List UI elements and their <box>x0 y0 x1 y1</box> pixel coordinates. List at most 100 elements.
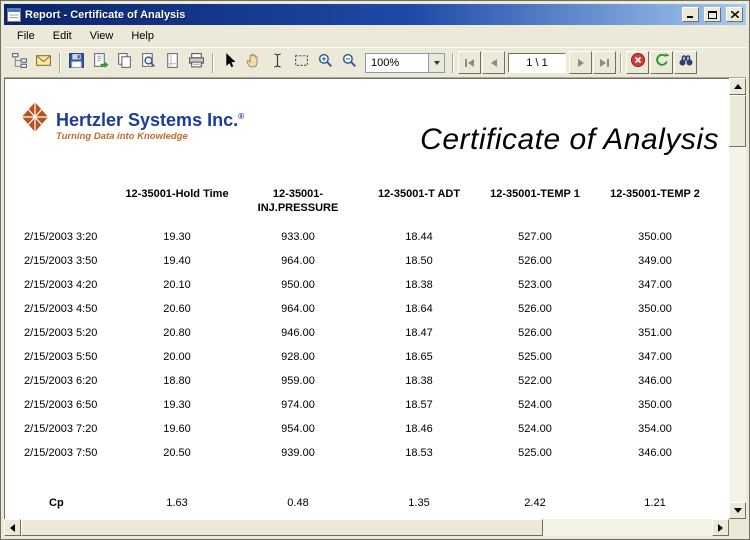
value-cell: 20.10 <box>121 273 233 297</box>
title-bar[interactable]: Report - Certificate of Analysis <box>4 4 746 25</box>
save-button[interactable] <box>65 51 88 74</box>
report-canvas: Hertzler Systems Inc.® Turning Data into… <box>4 78 729 519</box>
stat-label: Cpk <box>21 515 121 519</box>
column-header: 12-35001-Hold Time <box>121 187 233 225</box>
report-page: Hertzler Systems Inc.® Turning Data into… <box>5 79 729 519</box>
toolbar-separator <box>59 53 61 73</box>
horizontal-scroll-thumb[interactable] <box>21 519 543 536</box>
value-cell: 354.00 <box>595 417 715 441</box>
company-tagline: Turning Data into Knowledge <box>56 131 244 142</box>
last-page-button[interactable] <box>593 51 616 74</box>
pan-tool-button[interactable] <box>242 51 265 74</box>
horizontal-scroll-track[interactable] <box>543 519 712 536</box>
close-button[interactable] <box>726 7 743 22</box>
stat-value-cell: 0.46 <box>233 515 363 519</box>
stat-row: Cp1.630.481.352.421.21 <box>21 491 715 515</box>
refresh-button[interactable] <box>650 51 673 74</box>
zoom-dropdown-button[interactable] <box>428 54 444 72</box>
copy-icon <box>116 52 133 74</box>
snapshot-tool-button[interactable] <box>290 51 313 74</box>
horizontal-scrollbar[interactable] <box>4 519 729 536</box>
value-cell: 964.00 <box>233 249 363 273</box>
value-cell: 19.40 <box>121 249 233 273</box>
stop-loading-button[interactable] <box>626 51 649 74</box>
value-cell: 351.00 <box>595 321 715 345</box>
registered-mark: ® <box>238 112 244 121</box>
scroll-up-button[interactable] <box>729 78 746 95</box>
stat-value-cell: 1.35 <box>363 491 475 515</box>
report-title: Certificate of Analysis <box>420 123 719 157</box>
printer-icon <box>188 52 205 74</box>
menu-file[interactable]: File <box>8 27 44 45</box>
page-indicator: 1 \ 1 <box>526 57 547 69</box>
first-page-icon <box>465 59 474 67</box>
stat-value-cell: 1.63 <box>121 491 233 515</box>
value-cell: 526.00 <box>475 297 595 321</box>
prev-page-button[interactable] <box>482 51 505 74</box>
zoom-out-button[interactable] <box>338 51 361 74</box>
menu-bar: File Edit View Help <box>4 25 746 47</box>
menu-help[interactable]: Help <box>122 27 163 45</box>
spacer-row <box>21 465 715 491</box>
zoom-combobox[interactable]: 100% <box>365 53 445 73</box>
minimize-button[interactable] <box>682 7 699 22</box>
date-cell: 2/15/2003 5:20 <box>21 321 121 345</box>
print-button[interactable] <box>185 51 208 74</box>
scrollbar-corner <box>729 519 746 536</box>
maximize-button[interactable] <box>704 7 721 22</box>
date-cell: 2/15/2003 5:50 <box>21 345 121 369</box>
ibeam-icon <box>269 52 286 74</box>
zoom-in-icon <box>317 52 334 74</box>
hand-icon <box>245 52 262 74</box>
page-setup-button[interactable] <box>161 51 184 74</box>
app-window: Report - Certificate of Analysis File Ed… <box>0 0 750 540</box>
value-cell: 346.00 <box>595 441 715 465</box>
vertical-scroll-thumb[interactable] <box>729 95 746 147</box>
group-tree-icon <box>11 52 28 74</box>
text-select-tool-button[interactable] <box>266 51 289 74</box>
copy-button[interactable] <box>113 51 136 74</box>
report-header: Hertzler Systems Inc.® Turning Data into… <box>21 99 719 157</box>
scroll-left-button[interactable] <box>4 519 21 536</box>
stat-label: Cp <box>21 491 121 515</box>
date-cell: 2/15/2003 7:20 <box>21 417 121 441</box>
value-cell: 350.00 <box>595 225 715 249</box>
logo-texts: Hertzler Systems Inc.® Turning Data into… <box>56 99 244 142</box>
toggle-group-tree-button[interactable] <box>8 51 31 74</box>
envelope-icon <box>35 52 52 74</box>
window-title: Report - Certificate of Analysis <box>25 9 677 21</box>
value-cell: 525.00 <box>475 345 595 369</box>
export-report-button[interactable] <box>32 51 55 74</box>
menu-view[interactable]: View <box>81 27 123 45</box>
vertical-scrollbar[interactable] <box>729 78 746 519</box>
next-page-button[interactable] <box>569 51 592 74</box>
export-document-button[interactable] <box>89 51 112 74</box>
menu-edit[interactable]: Edit <box>44 27 81 45</box>
refresh-icon <box>654 52 670 73</box>
value-cell: 350.00 <box>595 297 715 321</box>
page-number-box[interactable]: 1 \ 1 <box>508 53 566 73</box>
snapshot-icon <box>293 52 310 74</box>
cursor-icon <box>221 52 238 74</box>
value-cell: 347.00 <box>595 273 715 297</box>
select-tool-button[interactable] <box>218 51 241 74</box>
client-area: Hertzler Systems Inc.® Turning Data into… <box>4 78 746 536</box>
date-cell: 2/15/2003 3:50 <box>21 249 121 273</box>
app-icon <box>7 8 21 22</box>
first-page-button[interactable] <box>458 51 481 74</box>
value-cell: 524.00 <box>475 417 595 441</box>
company-name: Hertzler Systems Inc.® <box>56 107 244 130</box>
zoom-in-button[interactable] <box>314 51 337 74</box>
scroll-down-button[interactable] <box>729 502 746 519</box>
vertical-scroll-track[interactable] <box>729 147 746 502</box>
value-cell: 526.00 <box>475 249 595 273</box>
find-button[interactable] <box>674 51 697 74</box>
value-cell: 954.00 <box>233 417 363 441</box>
scroll-right-button[interactable] <box>712 519 729 536</box>
value-cell: 18.80 <box>121 369 233 393</box>
value-cell: 346.00 <box>595 369 715 393</box>
value-cell: 939.00 <box>233 441 363 465</box>
value-cell: 526.00 <box>475 321 595 345</box>
search-page-button[interactable] <box>137 51 160 74</box>
table-row: 2/15/2003 5:2020.80946.0018.47526.00351.… <box>21 321 715 345</box>
